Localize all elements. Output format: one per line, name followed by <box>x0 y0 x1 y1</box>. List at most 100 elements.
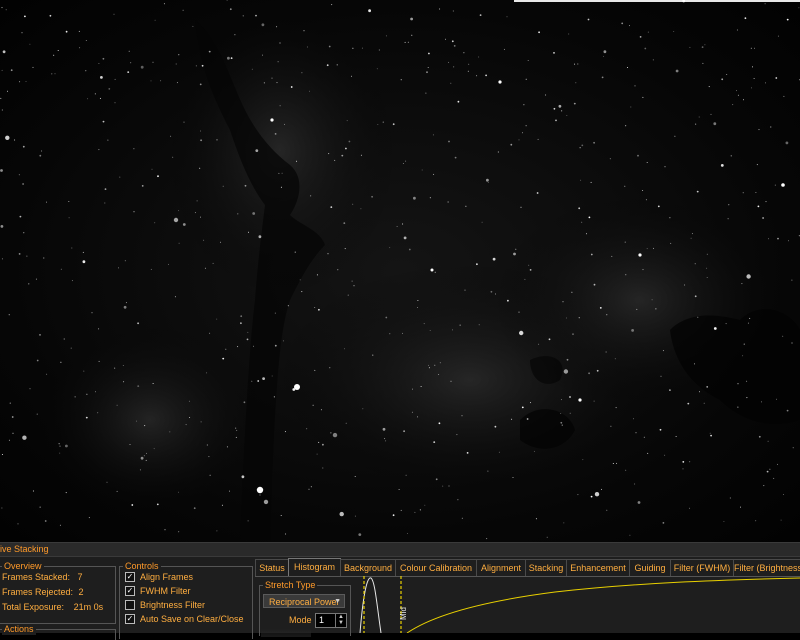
star <box>765 201 767 203</box>
star <box>216 318 218 320</box>
tab-filter-brightness[interactable]: Filter (Brightness) <box>733 559 800 576</box>
star <box>615 407 617 409</box>
star <box>83 370 85 372</box>
star <box>95 391 96 393</box>
star <box>562 301 564 303</box>
star <box>466 452 469 454</box>
star <box>235 436 237 438</box>
star <box>128 50 130 52</box>
star <box>486 538 488 540</box>
spinner-arrows-icon[interactable]: ▲ ▼ <box>335 614 346 627</box>
tab-alignment[interactable]: Alignment <box>476 559 526 576</box>
star <box>669 389 671 391</box>
brightness-filter-check[interactable] <box>125 599 135 610</box>
star <box>368 9 371 13</box>
star <box>452 10 454 12</box>
align-frames-checkbox[interactable]: ✓ Align Frames <box>125 571 193 583</box>
star <box>747 322 749 324</box>
star <box>170 135 172 137</box>
star <box>448 485 450 487</box>
star <box>182 9 184 11</box>
star <box>98 328 100 330</box>
star <box>114 102 116 104</box>
star <box>382 121 384 123</box>
star <box>546 536 548 538</box>
tab-stacking[interactable]: Stacking <box>525 559 567 576</box>
star <box>792 447 794 449</box>
star <box>419 509 421 511</box>
tab-filter-fwhm[interactable]: Filter (FWHM) <box>670 559 734 576</box>
star <box>563 369 569 374</box>
bright-star <box>498 80 502 84</box>
star <box>327 253 329 255</box>
star <box>427 67 429 68</box>
star <box>199 83 202 86</box>
star <box>322 467 324 469</box>
star <box>17 523 19 525</box>
star <box>535 518 537 520</box>
star <box>498 451 500 453</box>
tab-colour-calibration[interactable]: Colour Calibration <box>395 559 477 576</box>
stretch-type-select[interactable]: Reciprocal Power ▼ <box>263 594 345 608</box>
star <box>490 290 493 293</box>
star <box>316 274 318 276</box>
star <box>139 469 141 471</box>
star <box>727 218 729 220</box>
star <box>571 291 573 293</box>
star <box>0 169 3 172</box>
star <box>636 308 638 310</box>
star <box>392 514 395 517</box>
mode-spinner[interactable]: 1 ▲ ▼ <box>315 613 347 628</box>
star <box>593 400 595 402</box>
star <box>754 47 755 49</box>
star <box>639 36 642 38</box>
star <box>60 361 62 363</box>
total-exposure-row: Total Exposure: 21m 0s <box>2 602 103 612</box>
tab-enhancement[interactable]: Enhancement <box>566 559 630 576</box>
star <box>18 174 20 176</box>
auto-save-checkbox[interactable]: ✓ Auto Save on Clear/Close <box>125 613 244 625</box>
star <box>791 279 793 281</box>
star <box>538 31 540 34</box>
fwhm-filter-checkbox[interactable]: ✓ FWHM Filter <box>125 585 191 597</box>
star <box>200 130 201 132</box>
star <box>726 74 728 75</box>
tab-histogram[interactable]: Histogram <box>288 558 341 577</box>
fwhm-filter-check[interactable]: ✓ <box>125 585 135 596</box>
star <box>417 307 418 308</box>
star <box>751 87 752 89</box>
star <box>669 217 671 219</box>
star <box>59 452 61 454</box>
align-frames-check[interactable]: ✓ <box>125 571 135 582</box>
star <box>183 121 185 123</box>
brightness-filter-checkbox[interactable]: Brightness Filter <box>125 599 205 611</box>
star <box>657 205 660 208</box>
star <box>773 477 775 479</box>
bright-star <box>638 253 642 257</box>
star <box>280 515 282 516</box>
star <box>114 78 116 80</box>
star <box>606 509 608 511</box>
star <box>259 494 261 496</box>
star <box>428 52 430 55</box>
star <box>525 78 527 80</box>
star <box>758 435 761 438</box>
star <box>758 129 760 131</box>
star <box>413 196 416 200</box>
star <box>664 166 666 168</box>
nebula-image <box>0 0 800 540</box>
star <box>36 413 38 415</box>
star <box>728 204 730 206</box>
star <box>737 383 739 385</box>
star <box>235 427 237 429</box>
tab-status[interactable]: Status <box>255 559 289 576</box>
star <box>755 192 757 193</box>
image-viewport[interactable] <box>0 0 800 542</box>
star <box>276 82 278 84</box>
star <box>761 401 762 403</box>
auto-save-check[interactable]: ✓ <box>125 613 135 624</box>
star <box>457 100 460 103</box>
tab-guiding[interactable]: Guiding <box>629 559 671 576</box>
tab-background[interactable]: Background <box>340 559 396 576</box>
histogram-chart[interactable]: Mid <box>355 576 800 633</box>
